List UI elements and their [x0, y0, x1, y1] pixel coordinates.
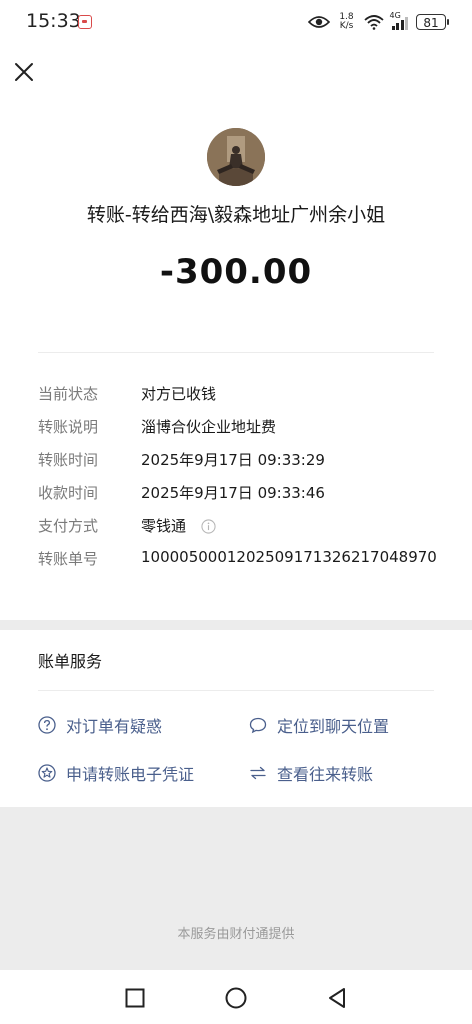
locate-chat-link[interactable]: 定位到聊天位置	[249, 714, 389, 736]
recent-apps-button[interactable]	[123, 986, 147, 1010]
detail-label: 转账时间	[38, 451, 99, 469]
detail-value: 1000050001202509171326217048970	[141, 548, 437, 566]
transfer-title: 转账-转给西海\毅森地址广州余小姐	[86, 204, 386, 226]
battery-icon: 81	[416, 14, 449, 30]
detail-value: 2025年9月17日 09:33:29	[141, 451, 325, 469]
status-time: 15:33	[26, 10, 81, 32]
footer-note: 本服务由财付通提供	[177, 927, 295, 942]
notification-icon	[78, 15, 92, 29]
order-question-link[interactable]: 对订单有疑惑	[38, 714, 162, 736]
service-label: 查看往来转账	[277, 765, 374, 784]
detail-row-transfer-time: 转账时间 2025年9月17日 09:33:29	[38, 449, 452, 471]
payment-method-name: 零钱通	[141, 517, 187, 535]
service-label: 对订单有疑惑	[66, 717, 163, 736]
detail-row-status: 当前状态 对方已收钱	[38, 383, 452, 405]
status-bar: 15:33 1.8 K/s 4G 81	[0, 0, 472, 44]
star-badge-icon	[38, 764, 56, 782]
status-indicators: 1.8 K/s 4G 81	[307, 11, 449, 32]
question-circle-icon	[38, 716, 56, 734]
eye-icon	[307, 16, 330, 28]
swap-arrows-icon	[250, 766, 266, 780]
network-speed-unit: K/s	[339, 21, 354, 31]
detail-value: 零钱通	[141, 515, 216, 536]
bill-services-card: 账单服务 对订单有疑惑 定位到聊天位置 申请转账电子凭证 查看往来转账	[0, 630, 472, 807]
detail-label: 收款时间	[38, 484, 99, 502]
view-transfers-link[interactable]: 查看往来转账	[249, 762, 373, 784]
detail-label: 转账单号	[38, 550, 99, 568]
network-speed: 1.8 K/s	[338, 13, 356, 31]
divider	[38, 352, 434, 353]
detail-value: 淄博合伙企业地址费	[141, 418, 277, 436]
info-icon[interactable]	[201, 519, 216, 534]
detail-value: 对方已收钱	[141, 385, 217, 403]
service-label: 申请转账电子凭证	[66, 765, 195, 784]
transfer-detail-card: 转账-转给西海\毅森地址广州余小姐 -300.00 当前状态 对方已收钱 转账说…	[0, 44, 472, 620]
transfer-amount: -300.00	[159, 252, 313, 292]
avatar[interactable]	[207, 128, 265, 186]
detail-value: 2025年9月17日 09:33:46	[141, 484, 325, 502]
detail-row-order-number: 转账单号 1000050001202509171326217048970	[38, 548, 452, 570]
apply-voucher-link[interactable]: 申请转账电子凭证	[38, 762, 194, 784]
cell-signal-icon: 4G	[389, 11, 408, 30]
divider	[38, 690, 434, 691]
service-label: 定位到聊天位置	[277, 717, 390, 736]
detail-label: 转账说明	[38, 418, 99, 436]
system-nav-bar	[0, 970, 472, 1024]
network-type: 4G	[389, 11, 401, 20]
detail-label: 当前状态	[38, 385, 99, 403]
detail-row-payment-method: 支付方式 零钱通	[38, 515, 452, 537]
services-title: 账单服务	[38, 652, 103, 671]
detail-label: 支付方式	[38, 517, 99, 535]
detail-row-note: 转账说明 淄博合伙企业地址费	[38, 416, 452, 438]
back-button[interactable]	[325, 986, 349, 1010]
chat-bubble-icon	[249, 717, 267, 734]
close-icon[interactable]	[12, 60, 36, 84]
wifi-icon	[363, 15, 384, 30]
detail-row-receive-time: 收款时间 2025年9月17日 09:33:46	[38, 482, 452, 504]
home-button[interactable]	[224, 986, 248, 1010]
